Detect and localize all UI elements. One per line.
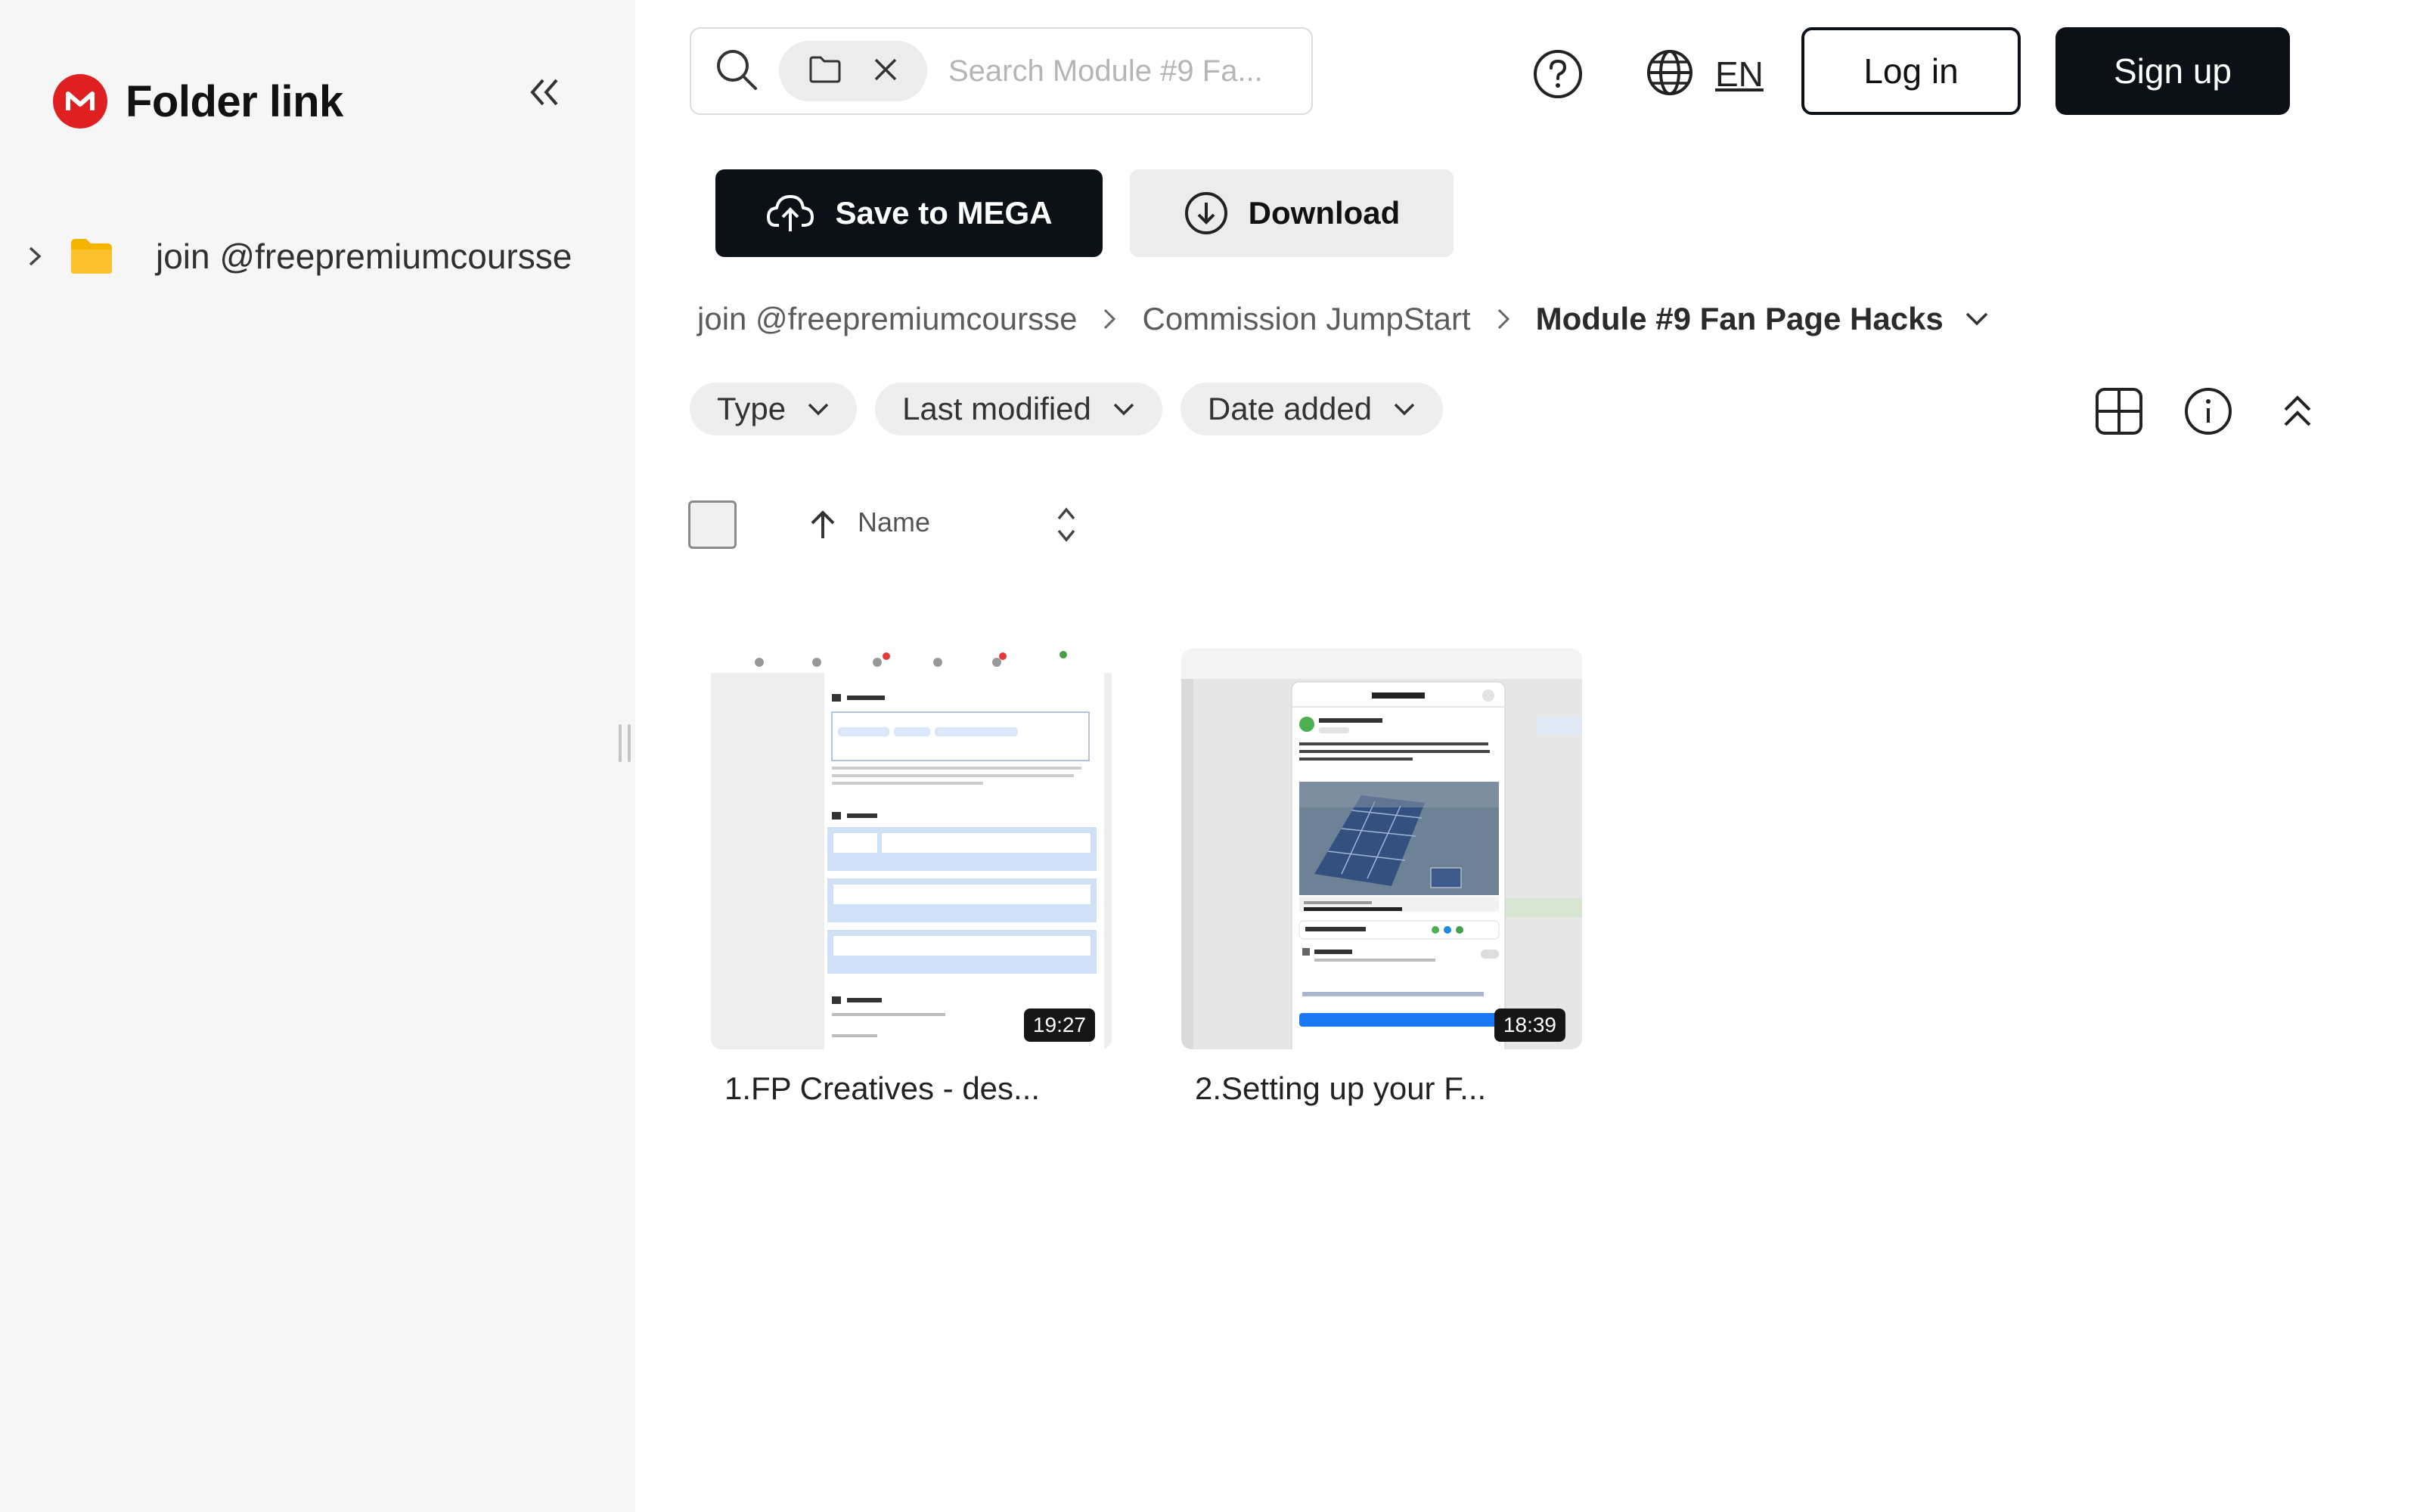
file-card[interactable]: 19:27 1.FP Creatives - des...	[711, 649, 1112, 1107]
double-chevron-up-icon[interactable]	[2269, 383, 2326, 440]
download-button[interactable]: Download	[1130, 169, 1454, 257]
filter-label: Last modified	[902, 391, 1091, 426]
video-thumbnail[interactable]: 19:27	[711, 649, 1112, 1049]
chevron-down-icon[interactable]	[1965, 311, 1989, 327]
search-icon[interactable]	[714, 47, 759, 96]
sidebar-tree-item-label: join @freepremiumcoursse	[156, 237, 572, 276]
breadcrumb-current: Module #9 Fan Page Hacks	[1535, 301, 1944, 336]
download-circle-icon	[1184, 191, 1229, 236]
column-header-name[interactable]: Name	[858, 507, 930, 538]
search-input[interactable]	[948, 54, 1311, 88]
sidebar: Folder link join @freepremiumcoursse	[0, 0, 635, 1512]
select-all-checkbox[interactable]	[688, 500, 737, 549]
sort-ascending-icon[interactable]	[806, 508, 839, 541]
video-duration: 19:27	[1023, 1009, 1095, 1042]
search-scope-chip[interactable]	[779, 41, 927, 101]
chevron-down-icon	[1393, 402, 1416, 416]
search-bar[interactable]	[690, 27, 1313, 115]
chevron-down-icon	[1112, 402, 1135, 416]
double-chevron-left-icon	[530, 79, 558, 106]
grid-view-icon[interactable]	[2090, 383, 2148, 440]
mega-logo-icon[interactable]	[53, 74, 107, 129]
clear-scope-icon[interactable]	[873, 57, 898, 86]
folder-outline-icon	[808, 55, 842, 88]
signup-button[interactable]: Sign up	[2055, 27, 2290, 115]
sidebar-resize-handle[interactable]	[619, 724, 631, 762]
sidebar-tree-item-root[interactable]: join @freepremiumcoursse	[23, 236, 572, 277]
cloud-upload-icon	[765, 192, 815, 234]
login-button[interactable]: Log in	[1801, 27, 2021, 115]
filter-last-modified[interactable]: Last modified	[875, 383, 1162, 435]
globe-icon	[1646, 48, 1694, 101]
chevron-right-icon[interactable]	[23, 241, 47, 271]
info-icon[interactable]	[2180, 383, 2237, 440]
download-label: Download	[1248, 195, 1401, 231]
help-icon	[1534, 50, 1582, 98]
video-thumbnail[interactable]: 18:39	[1181, 649, 1582, 1049]
folder-icon	[70, 237, 113, 275]
sort-toggle-icon[interactable]	[1050, 502, 1083, 547]
file-name: 2.Setting up your F...	[1195, 1070, 1487, 1106]
filter-label: Type	[717, 391, 786, 426]
filter-type[interactable]: Type	[690, 383, 858, 435]
filter-bar: Type Last modified Date added	[690, 383, 1461, 435]
view-tools	[2059, 383, 2326, 440]
save-to-mega-label: Save to MEGA	[835, 195, 1053, 231]
chevron-right-icon	[1497, 308, 1510, 330]
language-code: EN	[1715, 54, 1764, 94]
chevron-down-icon	[807, 402, 830, 416]
save-to-mega-button[interactable]: Save to MEGA	[715, 169, 1103, 257]
video-duration: 18:39	[1494, 1009, 1565, 1042]
language-selector[interactable]: EN	[1646, 44, 1764, 104]
chevron-right-icon	[1103, 308, 1116, 330]
filter-label: Date added	[1207, 391, 1373, 426]
brand-title: Folder link	[126, 76, 343, 126]
breadcrumb-item[interactable]: join @freepremiumcoursse	[697, 301, 1077, 337]
filter-date-added[interactable]: Date added	[1180, 383, 1444, 435]
file-name: 1.FP Creatives - des...	[724, 1070, 1041, 1106]
help-button[interactable]	[1528, 44, 1588, 104]
breadcrumb-item[interactable]: Commission JumpStart	[1142, 301, 1470, 337]
file-card[interactable]: 18:39 2.Setting up your F...	[1181, 649, 1582, 1107]
collapse-sidebar-button[interactable]	[522, 70, 567, 115]
breadcrumb: join @freepremiumcoursse Commission Jump…	[697, 295, 1989, 343]
brand: Folder link	[53, 74, 343, 129]
